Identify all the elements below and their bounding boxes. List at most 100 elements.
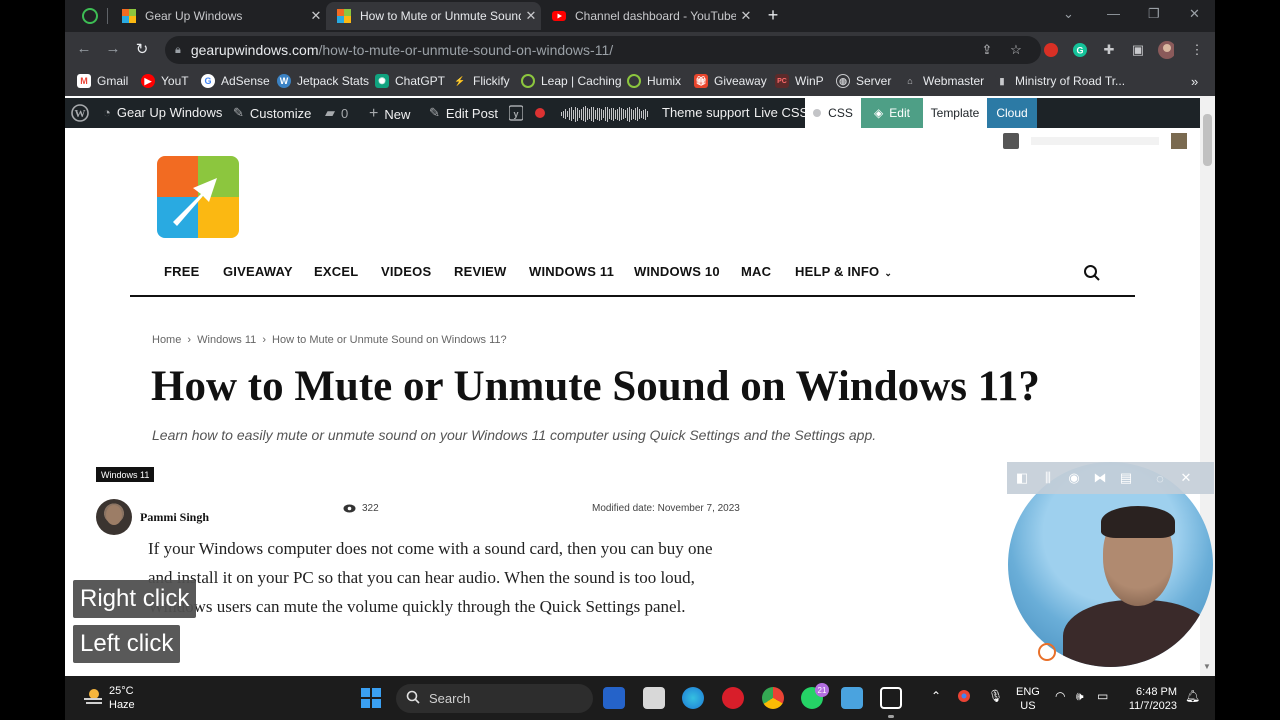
bookmark-star-icon[interactable]: ☆ xyxy=(1008,42,1024,58)
taskbar-search[interactable]: Search xyxy=(396,684,593,713)
microphone-icon[interactable]: 🎙︎ xyxy=(988,689,1003,703)
weather-haze-icon[interactable] xyxy=(82,686,104,708)
tab-how-to-mute[interactable]: How to Mute or Unmute Sound ✕ xyxy=(326,2,541,30)
breadcrumb-home[interactable]: Home xyxy=(152,334,181,346)
chrome-taskbar-icon[interactable] xyxy=(762,687,784,709)
analytics-sparkline[interactable] xyxy=(561,106,649,122)
extensions-puzzle-icon[interactable]: ✚ xyxy=(1101,42,1117,58)
restore-icon[interactable]: ❐ xyxy=(1148,6,1160,22)
admin-theme-support[interactable]: Theme support xyxy=(662,105,749,120)
start-button[interactable] xyxy=(361,688,381,708)
menu-videos[interactable]: VIDEOS xyxy=(381,264,431,279)
minimize-icon[interactable]: — xyxy=(1107,6,1120,21)
pinned-tab-icon[interactable] xyxy=(82,8,98,24)
author-avatar[interactable] xyxy=(96,499,132,535)
close-tab-icon[interactable]: ✕ xyxy=(736,8,756,24)
author-name[interactable]: Pammi Singh xyxy=(140,510,209,525)
remote-desktop-icon[interactable] xyxy=(841,687,863,709)
admin-css-button[interactable]: CSS xyxy=(805,98,861,128)
admin-site-name[interactable]: ◔ Gear Up Windows xyxy=(103,105,222,120)
bookmark-winp[interactable]: PC WinP xyxy=(775,74,824,88)
bookmark-gmail[interactable]: M Gmail xyxy=(77,74,128,88)
bookmark-webmaster[interactable]: ⌂ Webmaster xyxy=(903,74,984,88)
side-panel-icon[interactable]: ▣ xyxy=(1130,42,1146,58)
admin-customize[interactable]: ✎ Customize xyxy=(233,105,311,121)
extension-red-icon[interactable] xyxy=(1043,42,1059,58)
file-explorer-pre-icon[interactable] xyxy=(603,687,625,709)
admin-comments[interactable]: ▰ 0 xyxy=(325,105,348,121)
menu-mac[interactable]: MAC xyxy=(741,264,771,279)
article-paragraph: If your Windows computer does not come w… xyxy=(148,539,713,616)
new-tab-icon[interactable]: + xyxy=(763,5,783,26)
overlay-close-icon[interactable]: ✕ xyxy=(1173,470,1199,486)
grammarly-icon[interactable]: G xyxy=(1072,42,1088,58)
tab-search-chevron-icon[interactable]: ⌄ xyxy=(1063,6,1074,22)
admin-edit-button[interactable]: ◈ Edit xyxy=(861,98,923,128)
admin-template-button[interactable]: Template xyxy=(923,98,987,128)
admin-user-row[interactable] xyxy=(1003,133,1187,149)
menu-free[interactable]: FREE xyxy=(164,264,199,279)
wifi-icon[interactable]: ◠ xyxy=(1055,689,1065,703)
profile-avatar[interactable] xyxy=(1158,41,1174,59)
reload-icon[interactable]: ↻ xyxy=(132,40,152,58)
wordpress-logo-icon[interactable]: W xyxy=(71,104,89,122)
seo-status-red-dot-icon[interactable] xyxy=(534,107,546,119)
menu-excel[interactable]: EXCEL xyxy=(314,264,358,279)
overlay-rotate-icon[interactable]: ◉ xyxy=(1061,470,1087,486)
camera-app-icon[interactable] xyxy=(880,687,902,709)
bookmark-humix[interactable]: Humix xyxy=(627,74,681,88)
edge-icon[interactable] xyxy=(682,687,704,709)
show-hidden-icons-chevron-icon[interactable]: ⌃ xyxy=(931,689,941,703)
window-app-icon[interactable] xyxy=(643,687,665,709)
chrome-tray-icon[interactable] xyxy=(957,689,971,706)
bookmark-giveaway[interactable]: 🎁︎ Giveaway xyxy=(694,74,767,88)
overlay-shape-icon[interactable]: ◧ xyxy=(1009,470,1035,486)
bookmark-jetpack[interactable]: W Jetpack Stats xyxy=(277,74,369,88)
bookmark-flickify[interactable]: ⚡ Flickify xyxy=(453,74,510,88)
category-badge[interactable]: Windows 11 xyxy=(96,467,155,482)
close-tab-icon[interactable]: ✕ xyxy=(521,8,541,24)
close-tab-icon[interactable]: ✕ xyxy=(306,8,326,24)
menu-help-label: HELP & INFO xyxy=(795,264,880,279)
system-clock[interactable]: 6:48 PM 11/7/2023 xyxy=(1127,685,1177,713)
bookmark-youtube[interactable]: ▶ YouT xyxy=(141,74,189,88)
admin-edit-post[interactable]: ✎ Edit Post xyxy=(429,105,498,121)
share-icon[interactable]: ⇪ xyxy=(979,42,995,58)
menu-help-info[interactable]: HELP & INFO ⌄ xyxy=(795,264,892,279)
overlay-layout-icon[interactable]: ▤ xyxy=(1113,470,1139,486)
overlay-hide-icon[interactable]: ◌ xyxy=(1147,471,1173,486)
menu-windows-11[interactable]: WINDOWS 11 xyxy=(529,264,614,279)
site-logo[interactable] xyxy=(157,156,239,238)
weather-widget[interactable]: 25°C Haze xyxy=(109,684,135,712)
bookmark-chatgpt[interactable]: ✺ ChatGPT xyxy=(375,74,445,88)
forward-icon[interactable]: → xyxy=(103,40,123,57)
scrollbar-thumb[interactable] xyxy=(1203,114,1212,166)
more-bookmarks-icon[interactable]: » xyxy=(1191,74,1198,89)
back-icon[interactable]: ← xyxy=(74,40,94,57)
yoast-icon[interactable]: y xyxy=(509,105,523,121)
menu-giveaway[interactable]: GIVEAWAY xyxy=(223,264,293,279)
chrome-menu-icon[interactable]: ⋮ xyxy=(1189,42,1205,58)
language-indicator[interactable]: ENG US xyxy=(1016,685,1040,713)
bookmark-ministry[interactable]: ▮ Ministry of Road Tr... xyxy=(995,74,1125,88)
bookmark-adsense[interactable]: G AdSense xyxy=(201,74,270,88)
tab-youtube-dashboard[interactable]: Channel dashboard - YouTube S ✕ xyxy=(541,2,756,30)
close-window-icon[interactable]: ✕ xyxy=(1189,6,1200,22)
admin-cloud-button[interactable]: Cloud xyxy=(987,98,1037,128)
admin-new[interactable]: + New xyxy=(369,105,410,123)
bookmark-leap-caching[interactable]: Leap | Caching xyxy=(521,74,622,88)
menu-review[interactable]: REVIEW xyxy=(454,264,506,279)
huawei-icon[interactable] xyxy=(722,687,744,709)
overlay-flip-icon[interactable]: ⧓ xyxy=(1087,470,1113,486)
admin-live-css[interactable]: Live CSS xyxy=(754,105,808,120)
address-bar[interactable]: 🔒︎ gearupwindows.com /how-to-mute-or-unm… xyxy=(165,36,1041,64)
menu-windows-10[interactable]: WINDOWS 10 xyxy=(634,264,720,279)
battery-icon[interactable]: ▭ xyxy=(1097,689,1108,703)
overlay-adjust-icon[interactable]: ⫼ xyxy=(1035,470,1061,486)
search-icon[interactable] xyxy=(1083,264,1101,282)
volume-icon[interactable]: 🕪︎ xyxy=(1076,689,1084,704)
breadcrumb-category[interactable]: Windows 11 xyxy=(197,334,256,346)
tab-gear-up-windows[interactable]: Gear Up Windows ✕ xyxy=(111,2,326,30)
notification-bell-icon[interactable]: 🔔︎ xyxy=(1185,689,1200,703)
bookmark-server[interactable]: ◍ Server xyxy=(836,74,891,88)
